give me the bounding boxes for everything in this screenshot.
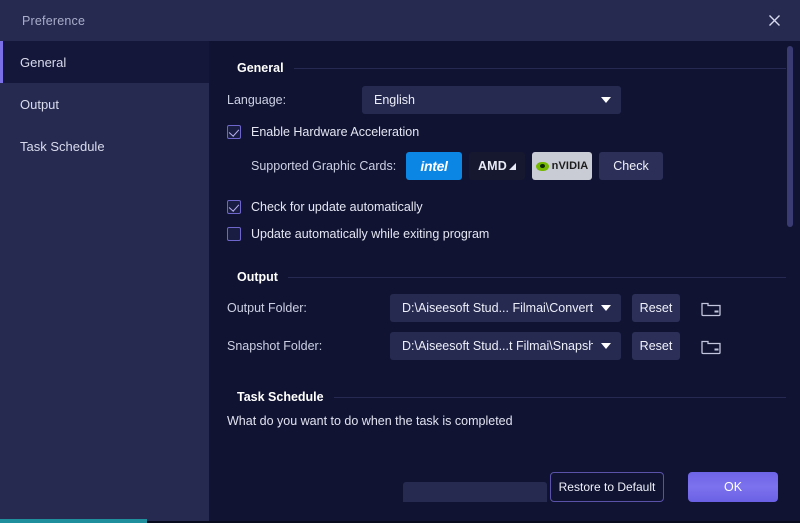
check-button-label: Check bbox=[613, 159, 649, 173]
section-title: Output bbox=[237, 270, 278, 284]
sidebar-item-label: Output bbox=[20, 96, 60, 112]
reset-label: Reset bbox=[639, 339, 673, 353]
snapshot-folder-select[interactable]: D:\Aiseesoft Stud...t Filmai\Snapshot bbox=[390, 332, 621, 360]
language-value: English bbox=[374, 93, 415, 107]
output-folder-select[interactable]: D:\Aiseesoft Stud... Filmai\Converted bbox=[390, 294, 621, 322]
checkbox-box bbox=[227, 125, 241, 139]
graphic-cards-label: Supported Graphic Cards: bbox=[251, 159, 397, 173]
snapshot-folder-reset-button[interactable]: Reset bbox=[632, 332, 680, 360]
restore-label: Restore to Default bbox=[558, 480, 656, 494]
chevron-down-icon bbox=[601, 97, 611, 103]
sidebar-item-output[interactable]: Output bbox=[0, 83, 209, 125]
check-button[interactable]: Check bbox=[599, 152, 663, 180]
settings-panel: General Language: English Enable Hardwar… bbox=[209, 41, 800, 523]
hardware-acceleration-checkbox[interactable]: Enable Hardware Acceleration bbox=[227, 125, 419, 139]
checkbox-box bbox=[227, 227, 241, 241]
language-label: Language: bbox=[227, 93, 287, 107]
update-on-exit-checkbox[interactable]: Update automatically while exiting progr… bbox=[227, 227, 489, 241]
nvidia-eye-icon bbox=[535, 161, 549, 171]
title-bar: Preference bbox=[0, 0, 800, 41]
sidebar-item-label: Task Schedule bbox=[20, 138, 105, 154]
section-header-task-schedule: Task Schedule bbox=[237, 390, 786, 404]
preference-dialog: Preference General Output Task Schedule … bbox=[0, 0, 800, 523]
amd-arrow-icon bbox=[509, 163, 517, 170]
section-title: General bbox=[237, 61, 284, 75]
hardware-acceleration-row: Enable Hardware Acceleration bbox=[227, 125, 419, 139]
folder-icon bbox=[701, 302, 721, 317]
check-update-checkbox[interactable]: Check for update automatically bbox=[227, 200, 423, 214]
chevron-down-icon bbox=[601, 305, 611, 311]
ok-label: OK bbox=[723, 480, 743, 494]
section-header-output: Output bbox=[237, 270, 786, 284]
gpu-badge-nvidia[interactable]: nVIDIA bbox=[532, 152, 592, 180]
section-header-general: General bbox=[237, 61, 786, 75]
snapshot-folder-row: Snapshot Folder: D:\Aiseesoft Stud...t F… bbox=[227, 332, 726, 360]
window-title: Preference bbox=[22, 13, 86, 28]
vertical-scrollbar[interactable] bbox=[787, 46, 793, 227]
checkbox-label: Enable Hardware Acceleration bbox=[251, 125, 420, 139]
language-select[interactable]: English bbox=[362, 86, 621, 114]
gpu-badge-intel[interactable]: intel bbox=[406, 152, 462, 180]
gpu-badge-amd[interactable]: AMD bbox=[469, 152, 525, 180]
output-folder-value: D:\Aiseesoft Stud... Filmai\Converted bbox=[402, 301, 593, 315]
output-folder-row: Output Folder: D:\Aiseesoft Stud... Film… bbox=[227, 294, 726, 322]
snapshot-folder-browse-button[interactable] bbox=[696, 332, 726, 360]
section-title: Task Schedule bbox=[237, 390, 324, 404]
dialog-footer: Restore to Default OK bbox=[209, 465, 800, 509]
dialog-body: General Output Task Schedule General Lan… bbox=[0, 41, 800, 523]
intel-logo-icon: intel bbox=[420, 158, 448, 174]
restore-to-default-button[interactable]: Restore to Default bbox=[550, 472, 664, 502]
check-update-row: Check for update automatically bbox=[227, 200, 423, 214]
graphic-cards-row: Supported Graphic Cards: intel AMD nVIDI… bbox=[251, 152, 663, 180]
close-icon bbox=[768, 15, 780, 26]
update-on-exit-row: Update automatically while exiting progr… bbox=[227, 227, 489, 241]
output-folder-browse-button[interactable] bbox=[696, 294, 726, 322]
taskbar-accent-strip bbox=[0, 519, 147, 523]
snapshot-folder-label: Snapshot Folder: bbox=[227, 339, 323, 353]
reset-label: Reset bbox=[639, 301, 673, 315]
nvidia-logo-icon: nVIDIA bbox=[551, 160, 589, 172]
checkbox-label: Check for update automatically bbox=[251, 200, 423, 214]
chevron-down-icon bbox=[601, 343, 611, 349]
sidebar-item-task-schedule[interactable]: Task Schedule bbox=[0, 125, 209, 167]
close-button[interactable] bbox=[748, 0, 800, 41]
language-row: Language: English bbox=[227, 86, 621, 114]
divider bbox=[333, 396, 786, 398]
sidebar: General Output Task Schedule bbox=[0, 41, 209, 523]
sidebar-item-general[interactable]: General bbox=[0, 41, 209, 83]
amd-logo-icon: AMD bbox=[477, 159, 508, 173]
task-schedule-question-row: What do you want to do when the task is … bbox=[227, 414, 513, 428]
task-schedule-question: What do you want to do when the task is … bbox=[227, 414, 513, 428]
ok-button[interactable]: OK bbox=[688, 472, 778, 502]
snapshot-folder-value: D:\Aiseesoft Stud...t Filmai\Snapshot bbox=[402, 339, 593, 353]
divider bbox=[293, 67, 786, 69]
checkbox-label: Update automatically while exiting progr… bbox=[251, 227, 490, 241]
checkbox-box bbox=[227, 200, 241, 214]
sidebar-item-label: General bbox=[20, 54, 67, 70]
folder-icon bbox=[701, 340, 721, 355]
output-folder-reset-button[interactable]: Reset bbox=[632, 294, 680, 322]
output-folder-label: Output Folder: bbox=[227, 301, 307, 315]
divider bbox=[287, 276, 786, 278]
